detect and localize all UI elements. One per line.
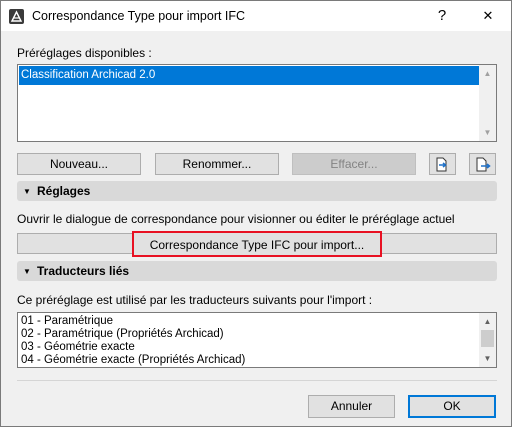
collapse-triangle-icon: ▼ <box>23 267 31 276</box>
settings-description: Ouvrir le dialogue de correspondance pou… <box>17 212 455 226</box>
translators-description: Ce préréglage est utilisé par les traduc… <box>17 293 373 307</box>
translators-list[interactable]: 01 - Paramétrique 02 - Paramétrique (Pro… <box>17 312 497 368</box>
presets-label: Préréglages disponibles : <box>17 46 152 60</box>
export-preset-button[interactable] <box>469 153 496 175</box>
list-item: 02 - Paramétrique (Propriétés Archicad) <box>21 328 224 340</box>
presets-list[interactable]: Classification Archicad 2.0 ▲ ▼ <box>17 64 497 142</box>
import-preset-button[interactable] <box>429 153 456 175</box>
help-button[interactable]: ? <box>419 1 465 31</box>
window-title: Correspondance Type pour import IFC <box>32 9 246 23</box>
scrollbar-thumb[interactable] <box>481 330 494 347</box>
scroll-down-icon[interactable]: ▼ <box>479 350 496 367</box>
close-button[interactable]: ✕ <box>465 1 511 31</box>
translators-section-header[interactable]: ▼ Traducteurs liés <box>17 261 497 281</box>
list-item: 03 - Géométrie exacte <box>21 341 135 353</box>
presets-scrollbar[interactable]: ▲ ▼ <box>479 65 496 141</box>
scroll-down-icon[interactable]: ▼ <box>479 124 496 141</box>
preset-item-selected[interactable]: Classification Archicad 2.0 <box>19 66 479 85</box>
archicad-app-icon <box>9 9 24 24</box>
settings-header-label: Réglages <box>37 184 91 198</box>
import-file-icon <box>436 157 447 172</box>
scroll-up-icon[interactable]: ▲ <box>479 313 496 330</box>
export-file-icon <box>476 157 491 172</box>
scroll-up-icon[interactable]: ▲ <box>479 65 496 82</box>
collapse-triangle-icon: ▼ <box>23 187 31 196</box>
new-preset-button[interactable]: Nouveau... <box>17 153 141 175</box>
title-bar: Correspondance Type pour import IFC ? ✕ <box>1 1 511 31</box>
ok-button[interactable]: OK <box>408 395 496 418</box>
cancel-button[interactable]: Annuler <box>308 395 395 418</box>
translators-header-label: Traducteurs liés <box>37 264 130 278</box>
delete-preset-button[interactable]: Effacer... <box>292 153 416 175</box>
translators-scrollbar[interactable]: ▲ ▼ <box>479 313 496 367</box>
settings-section-header[interactable]: ▼ Réglages <box>17 181 497 201</box>
list-item: 04 - Géométrie exacte (Propriétés Archic… <box>21 354 246 366</box>
list-item: 01 - Paramétrique <box>21 315 114 327</box>
ifc-type-mapping-button[interactable]: Correspondance Type IFC pour import... <box>132 231 382 257</box>
rename-preset-button[interactable]: Renommer... <box>155 153 279 175</box>
preset-item-label: Classification Archicad 2.0 <box>21 69 156 81</box>
footer-divider <box>17 380 497 381</box>
dialog-window: Correspondance Type pour import IFC ? ✕ … <box>0 0 512 427</box>
